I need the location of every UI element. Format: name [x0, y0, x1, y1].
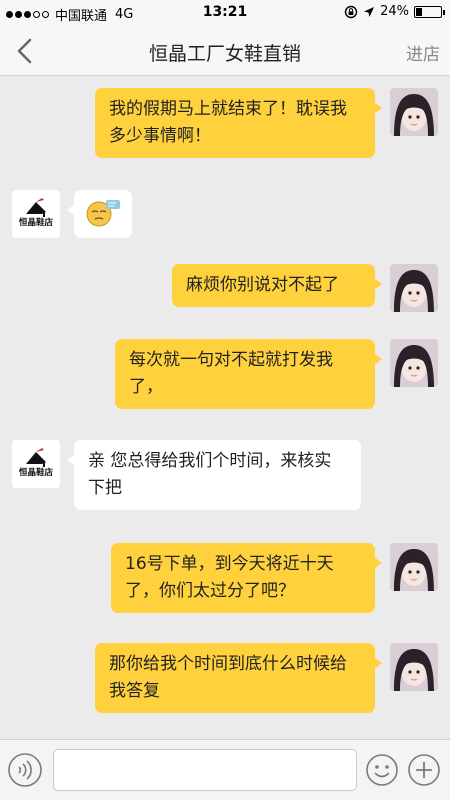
- avatar-shop[interactable]: 恒晶鞋店: [12, 190, 60, 238]
- status-bar: 中国联通 4G 13:21 24%: [0, 0, 450, 26]
- battery-fill: [416, 7, 422, 16]
- emoji-icon[interactable]: [365, 753, 399, 787]
- message-input[interactable]: [53, 749, 357, 791]
- avatar-me[interactable]: [390, 543, 438, 591]
- voice-input-icon[interactable]: [7, 752, 43, 788]
- user-avatar-icon: [390, 543, 438, 591]
- user-avatar-icon: [390, 643, 438, 691]
- message-text: 16号下单，到今天将近十天了，你们太过分了吧？: [125, 554, 334, 601]
- message-text: 每次就一句对不起就打发我了，: [129, 350, 333, 397]
- message-incoming[interactable]: 亲 您总得给我们个时间，来核实下把: [67, 440, 361, 510]
- chat-list[interactable]: 我的假期马上就结束了！耽误我多少事情啊！ 恒晶鞋店 麻烦你别说对不起了 每次就一…: [0, 77, 450, 739]
- avatar-me[interactable]: [390, 339, 438, 387]
- plus-icon[interactable]: [407, 753, 441, 787]
- shop-logo-text: 恒晶鞋店: [19, 467, 54, 478]
- message-outgoing[interactable]: 那你给我个时间到底什么时候给我答复: [95, 643, 382, 713]
- message-text: 亲 您总得给我们个时间，来核实下把: [88, 451, 332, 498]
- shop-logo-icon: 恒晶鞋店: [12, 440, 60, 488]
- message-outgoing[interactable]: 16号下单，到今天将近十天了，你们太过分了吧？: [111, 543, 382, 613]
- shop-logo-text: 恒晶鞋店: [19, 217, 54, 228]
- message-outgoing[interactable]: 每次就一句对不起就打发我了，: [115, 339, 382, 409]
- avatar-shop[interactable]: 恒晶鞋店: [12, 440, 60, 488]
- avatar-me[interactable]: [390, 88, 438, 136]
- message-text: 那你给我个时间到底什么时候给我答复: [109, 654, 347, 701]
- message-outgoing[interactable]: 我的假期马上就结束了！耽误我多少事情啊！: [95, 88, 382, 158]
- user-avatar-icon: [390, 88, 438, 136]
- avatar-me[interactable]: [390, 643, 438, 691]
- location-arrow-icon: [364, 6, 375, 17]
- message-text: 麻烦你别说对不起了: [186, 275, 339, 295]
- enter-store-button[interactable]: 进店: [406, 40, 440, 65]
- message-text: 我的假期马上就结束了！耽误我多少事情啊！: [109, 99, 347, 146]
- rotation-lock-icon: [344, 5, 358, 18]
- page-title: 恒晶工厂女鞋直销: [148, 43, 301, 65]
- sleepy-emoji-icon: [86, 200, 120, 227]
- input-bar: [0, 739, 450, 800]
- message-outgoing[interactable]: 麻烦你别说对不起了: [172, 264, 382, 307]
- message-incoming[interactable]: [67, 190, 132, 238]
- battery-percent: 24%: [380, 4, 409, 19]
- shop-logo-icon: 恒晶鞋店: [12, 190, 60, 238]
- user-avatar-icon: [390, 339, 438, 387]
- status-right: 24%: [344, 4, 445, 19]
- user-avatar-icon: [390, 264, 438, 312]
- nav-bar: 恒晶工厂女鞋直销 进店: [0, 26, 450, 76]
- avatar-me[interactable]: [390, 264, 438, 312]
- battery-icon: [414, 5, 445, 18]
